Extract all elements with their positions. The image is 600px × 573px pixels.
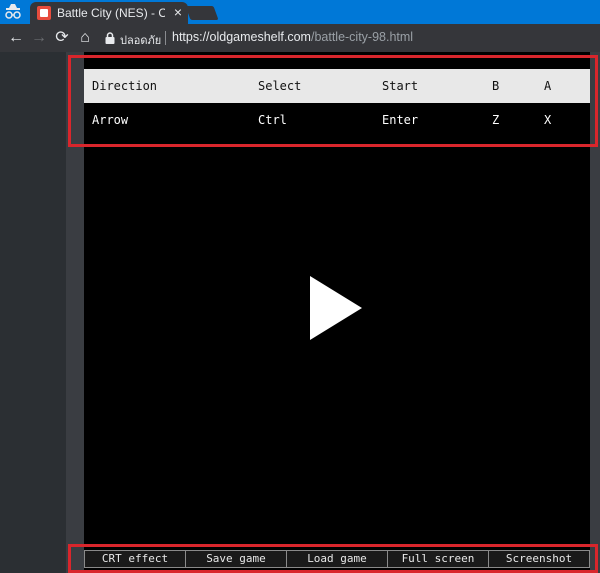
url-host: https://oldgameshelf.com [172,30,311,44]
address-separator [165,31,166,45]
home-button[interactable]: ⌂ [75,28,95,48]
browser-toolbar: ← → ⟳ ⌂ ปลอดภัย https://oldgameshelf.com… [0,24,600,52]
tab-strip: Battle City (NES) - Online × [0,0,600,24]
browser-tab[interactable]: Battle City (NES) - Online × [30,2,188,24]
url-path: /battle-city-98.html [310,30,414,44]
new-tab-button[interactable] [185,6,219,20]
tab-title: Battle City (NES) - Online [57,6,165,20]
highlight-box-toolbar [68,544,598,573]
incognito-icon [5,4,21,19]
favicon-icon [37,6,51,20]
url-text[interactable]: https://oldgameshelf.com/battle-city-98.… [172,30,413,44]
reload-button[interactable]: ⟳ [52,28,72,48]
highlight-box-controls [68,55,598,147]
back-button[interactable]: ← [6,28,26,48]
play-icon[interactable] [310,276,362,340]
close-tab-icon[interactable]: × [170,4,186,20]
secure-label: ปลอดภัย [120,35,162,47]
lock-icon [105,32,115,44]
forward-button[interactable]: → [29,28,49,48]
left-sidebar [0,52,66,573]
address-bar[interactable]: ปลอดภัย https://oldgameshelf.com/battle-… [98,27,600,49]
